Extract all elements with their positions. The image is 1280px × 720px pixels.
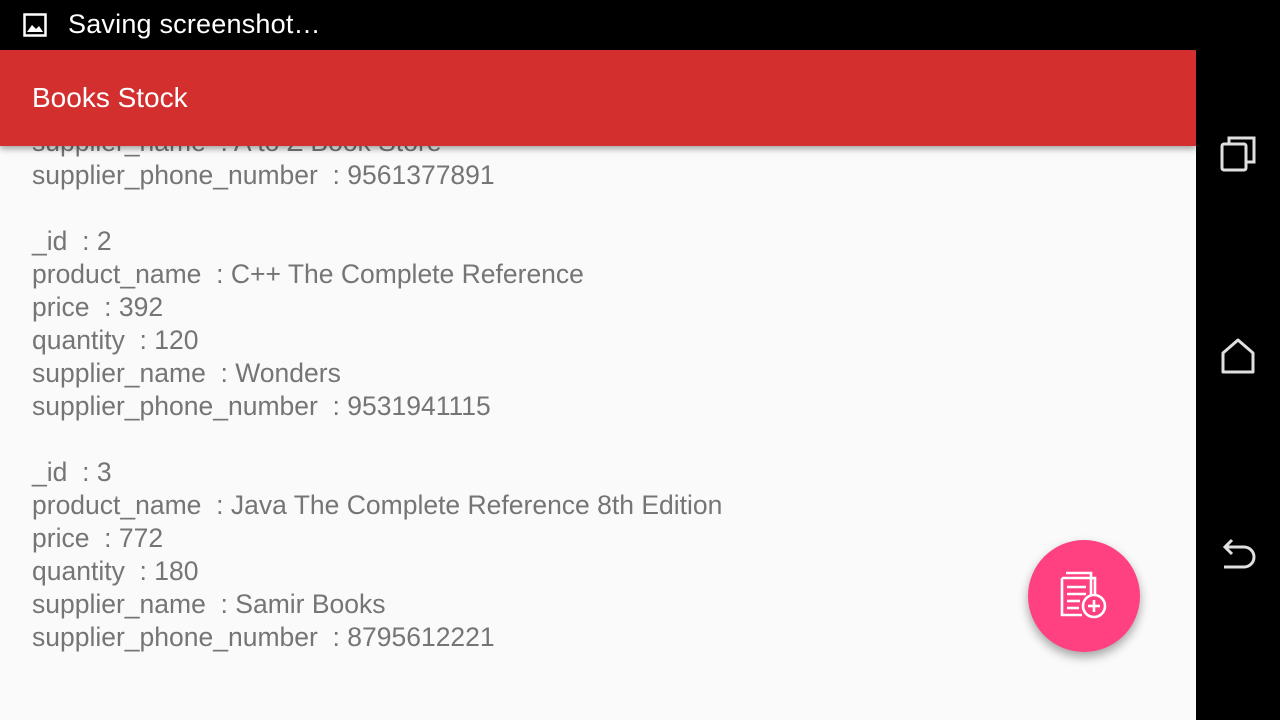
record-field: quantity : 120 xyxy=(32,325,199,355)
status-bar: Saving screenshot… xyxy=(0,0,1280,50)
record-field: product_name : Java The Complete Referen… xyxy=(32,490,723,520)
home-button[interactable] xyxy=(1216,336,1260,380)
add-book-icon xyxy=(1058,568,1110,625)
record-field: price : 772 xyxy=(32,523,164,553)
record: _id : 2 product_name : C++ The Complete … xyxy=(32,225,1132,423)
record-field: price : 392 xyxy=(32,292,164,322)
record-field: quantity : 180 xyxy=(32,556,199,586)
app-window: supplier_name : A to Z Book Store suppli… xyxy=(0,50,1196,720)
record-field: _id : 3 xyxy=(32,457,112,487)
notification-text: Saving screenshot… xyxy=(68,9,321,39)
record-field: supplier_phone_number : 9531941115 xyxy=(32,391,491,421)
record-field: supplier_phone_number : 8795612221 xyxy=(32,622,495,652)
recents-icon xyxy=(1218,134,1258,179)
device-screen: Saving screenshot… supplier_name : A to … xyxy=(0,0,1280,720)
app-toolbar: Books Stock xyxy=(0,50,1196,146)
app-title: Books Stock xyxy=(32,82,188,113)
add-book-button[interactable] xyxy=(1028,540,1140,652)
navigation-bar xyxy=(1196,50,1280,720)
record-field: supplier_name : Wonders xyxy=(32,358,341,388)
record-field: _id : 2 xyxy=(32,226,112,256)
recents-button[interactable] xyxy=(1216,134,1260,178)
back-button[interactable] xyxy=(1216,535,1260,579)
record: _id : 3 product_name : Java The Complete… xyxy=(32,456,1132,654)
record-field: supplier_name : Samir Books xyxy=(32,589,386,619)
image-icon xyxy=(23,13,47,37)
home-icon xyxy=(1218,336,1258,381)
record-field: supplier_phone_number : 9561377891 xyxy=(32,160,495,190)
back-icon xyxy=(1218,535,1258,580)
record-field: product_name : C++ The Complete Referenc… xyxy=(32,259,584,289)
records-list[interactable]: supplier_name : A to Z Book Store suppli… xyxy=(32,126,1132,654)
